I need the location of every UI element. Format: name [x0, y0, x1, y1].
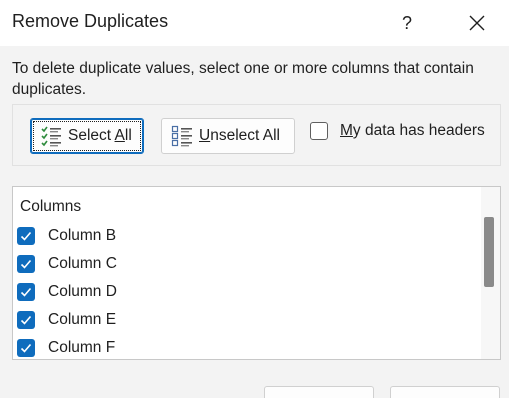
checkmark-icon: [20, 343, 32, 353]
column-label: Column C: [48, 255, 117, 272]
column-checkbox[interactable]: [17, 227, 35, 245]
title-bar: Remove Duplicates ?: [0, 0, 509, 46]
unselect-all-label: Unselect All: [199, 127, 280, 144]
columns-list: Columns Column B Column C Column D Colum…: [12, 186, 501, 360]
checkmark-icon: [20, 231, 32, 241]
checkmark-icon: [20, 287, 32, 297]
list-item[interactable]: Column F: [17, 336, 116, 359]
cancel-button[interactable]: [390, 386, 500, 398]
checkmark-icon: [20, 259, 32, 269]
close-button[interactable]: [454, 0, 500, 46]
list-item[interactable]: Column D: [17, 280, 117, 304]
list-item[interactable]: Column E: [17, 308, 116, 332]
headers-checkbox-label: My data has headers: [340, 122, 485, 139]
list-item[interactable]: Column C: [17, 252, 117, 276]
list-scrollbar[interactable]: [481, 187, 500, 359]
unselect-all-list-icon: [171, 125, 192, 147]
columns-list-header: Columns: [20, 198, 82, 215]
dialog-title: Remove Duplicates: [12, 11, 169, 31]
ok-button[interactable]: [264, 386, 374, 398]
select-all-button[interactable]: Select All: [30, 118, 144, 154]
column-label: Column F: [48, 339, 116, 356]
column-label: Column D: [48, 283, 117, 300]
column-checkbox[interactable]: [17, 311, 35, 329]
select-all-list-icon: [41, 126, 61, 147]
remove-duplicates-dialog: Remove Duplicates ? To delete duplicate …: [0, 0, 509, 398]
unselect-all-button[interactable]: Unselect All: [161, 118, 295, 154]
close-icon: [469, 15, 485, 31]
column-label: Column E: [48, 311, 117, 328]
list-item[interactable]: Column B: [17, 224, 116, 248]
column-checkbox[interactable]: [17, 283, 35, 301]
my-data-has-headers-option[interactable]: My data has headers: [310, 120, 485, 142]
instructions-text: To delete duplicate values, select one o…: [12, 60, 474, 98]
scrollbar-thumb[interactable]: [484, 217, 494, 287]
column-checkbox[interactable]: [17, 255, 35, 273]
column-checkbox[interactable]: [17, 339, 35, 357]
help-button[interactable]: ?: [385, 0, 429, 46]
select-all-label: Select All: [68, 127, 132, 144]
headers-checkbox[interactable]: [310, 122, 328, 140]
column-label: Column B: [48, 227, 117, 244]
checkmark-icon: [20, 315, 32, 325]
